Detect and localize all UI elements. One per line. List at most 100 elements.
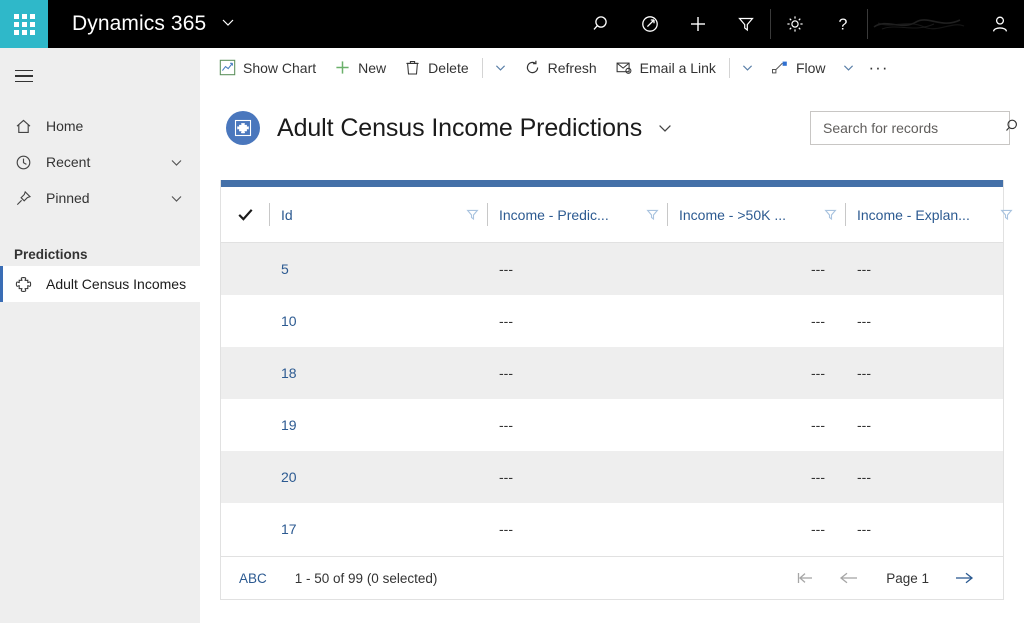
top-nav-icon-group: ? [578,0,1024,48]
pagination-controls: Page 1 [784,563,987,593]
email-a-link-label: Email a Link [640,60,716,76]
hamburger-menu-icon[interactable] [0,56,48,96]
flow-overflow-chevron-down-icon[interactable] [835,48,863,88]
sidebar-item-home[interactable]: Home [0,108,200,144]
help-icon[interactable]: ? [819,0,867,48]
sidebar-item-label: Recent [40,154,169,170]
column-header-income-over-50k[interactable]: Income - >50K ... [667,187,845,242]
cell-over50k: --- [667,295,845,347]
next-page-button[interactable] [943,563,987,593]
svg-text:?: ? [839,17,848,34]
table-row[interactable]: 18 --- --- --- [221,347,1003,399]
cell-id[interactable]: 17 [269,503,487,555]
email-link-icon [615,59,633,76]
column-header-id[interactable]: Id [269,187,487,242]
cell-prediction: --- [487,399,667,451]
sidebar-item-label: Pinned [40,190,169,206]
cell-id[interactable]: 20 [269,451,487,503]
cell-explanation: --- [845,451,1003,503]
grid-body: 5 --- --- --- 10 --- --- --- 18 --- --- [221,243,1003,556]
plus-icon [334,59,351,76]
search-box[interactable] [810,111,1010,145]
search-icon[interactable] [578,0,626,48]
sidebar-item-pinned[interactable]: Pinned [0,180,200,216]
cell-id[interactable]: 10 [269,295,487,347]
cell-id[interactable]: 5 [269,243,487,295]
more-commands-button[interactable]: ··· [863,48,895,88]
column-filter-icon[interactable] [815,207,845,222]
settings-gear-icon[interactable] [771,0,819,48]
cell-prediction: --- [487,451,667,503]
search-icon[interactable] [1004,117,1022,140]
sidebar-nav-list: Home Recent Pinned Predi [0,108,200,302]
chevron-down-icon[interactable] [169,155,200,170]
column-header-label: Income - >50K ... [679,207,815,223]
show-chart-label: Show Chart [243,60,316,76]
flow-label: Flow [796,60,826,76]
page-title: Adult Census Income Predictions [260,114,642,143]
select-all-checkbox[interactable] [221,187,269,242]
table-row[interactable]: 20 --- --- --- [221,451,1003,503]
alpha-index-button[interactable]: ABC [239,571,267,586]
sidebar-item-recent[interactable]: Recent [0,144,200,180]
column-filter-icon[interactable] [457,207,487,222]
quick-create-icon[interactable] [674,0,722,48]
cell-over50k: --- [667,451,845,503]
flow-button[interactable]: Flow [762,48,835,88]
redacted-user-name [868,9,972,39]
app-launcher-waffle-icon[interactable] [0,0,48,48]
table-row[interactable]: 5 --- --- --- [221,243,1003,295]
cell-over50k: --- [667,347,845,399]
filter-icon[interactable] [722,0,770,48]
cell-prediction: --- [487,243,667,295]
cell-over50k: --- [667,399,845,451]
search-input[interactable] [823,120,1004,136]
sidebar-item-adult-census-incomes[interactable]: Adult Census Incomes [0,266,200,302]
cell-prediction: --- [487,295,667,347]
new-button[interactable]: New [325,48,395,88]
cell-prediction: --- [487,347,667,399]
cell-over50k: --- [667,503,845,555]
page-header: Adult Census Income Predictions [200,96,1024,160]
assistant-icon[interactable] [626,0,674,48]
email-a-link-button[interactable]: Email a Link [606,48,725,88]
new-label: New [358,60,386,76]
column-header-income-explanation[interactable]: Income - Explan... [845,187,1021,242]
chevron-down-icon[interactable] [169,191,200,206]
first-page-button[interactable] [784,563,828,593]
dynamics365-app: Dynamics 365 ? [0,0,1024,623]
grid-rows: 5 --- --- --- 10 --- --- --- 18 --- --- [221,243,1003,556]
home-icon [14,117,40,136]
refresh-button[interactable]: Refresh [515,48,606,88]
email-overflow-chevron-down-icon[interactable] [734,48,762,88]
grid-header-row: Id Income - Predic... Income - >50K ... … [221,187,1003,243]
cell-over50k: --- [667,243,845,295]
brand-title: Dynamics 365 [48,12,206,36]
left-sidebar: Home Recent Pinned Predi [0,48,200,623]
show-chart-button[interactable]: Show Chart [210,48,325,88]
cell-id[interactable]: 18 [269,347,487,399]
table-row[interactable]: 19 --- --- --- [221,399,1003,451]
command-divider [482,58,483,78]
column-filter-icon[interactable] [637,207,667,222]
cell-explanation: --- [845,347,1003,399]
cell-explanation: --- [845,295,1003,347]
column-header-income-prediction[interactable]: Income - Predic... [487,187,667,242]
page-number-label: Page 1 [872,571,943,586]
view-selector-chevron-down-icon[interactable] [642,119,674,137]
brand-menu[interactable]: Dynamics 365 [48,0,254,48]
flow-icon [771,59,789,76]
record-count-label: 1 - 50 of 99 (0 selected) [267,571,438,586]
command-divider-2 [729,58,730,78]
table-row[interactable]: 17 --- --- --- [221,503,1003,555]
column-filter-icon[interactable] [991,207,1021,222]
table-row[interactable]: 10 --- --- --- [221,295,1003,347]
delete-button[interactable]: Delete [395,48,477,88]
cell-id[interactable]: 19 [269,399,487,451]
previous-page-button[interactable] [828,563,872,593]
user-avatar-icon[interactable] [976,0,1024,48]
cell-prediction: --- [487,503,667,555]
delete-overflow-chevron-down-icon[interactable] [487,48,515,88]
delete-label: Delete [428,60,468,76]
refresh-label: Refresh [548,60,597,76]
